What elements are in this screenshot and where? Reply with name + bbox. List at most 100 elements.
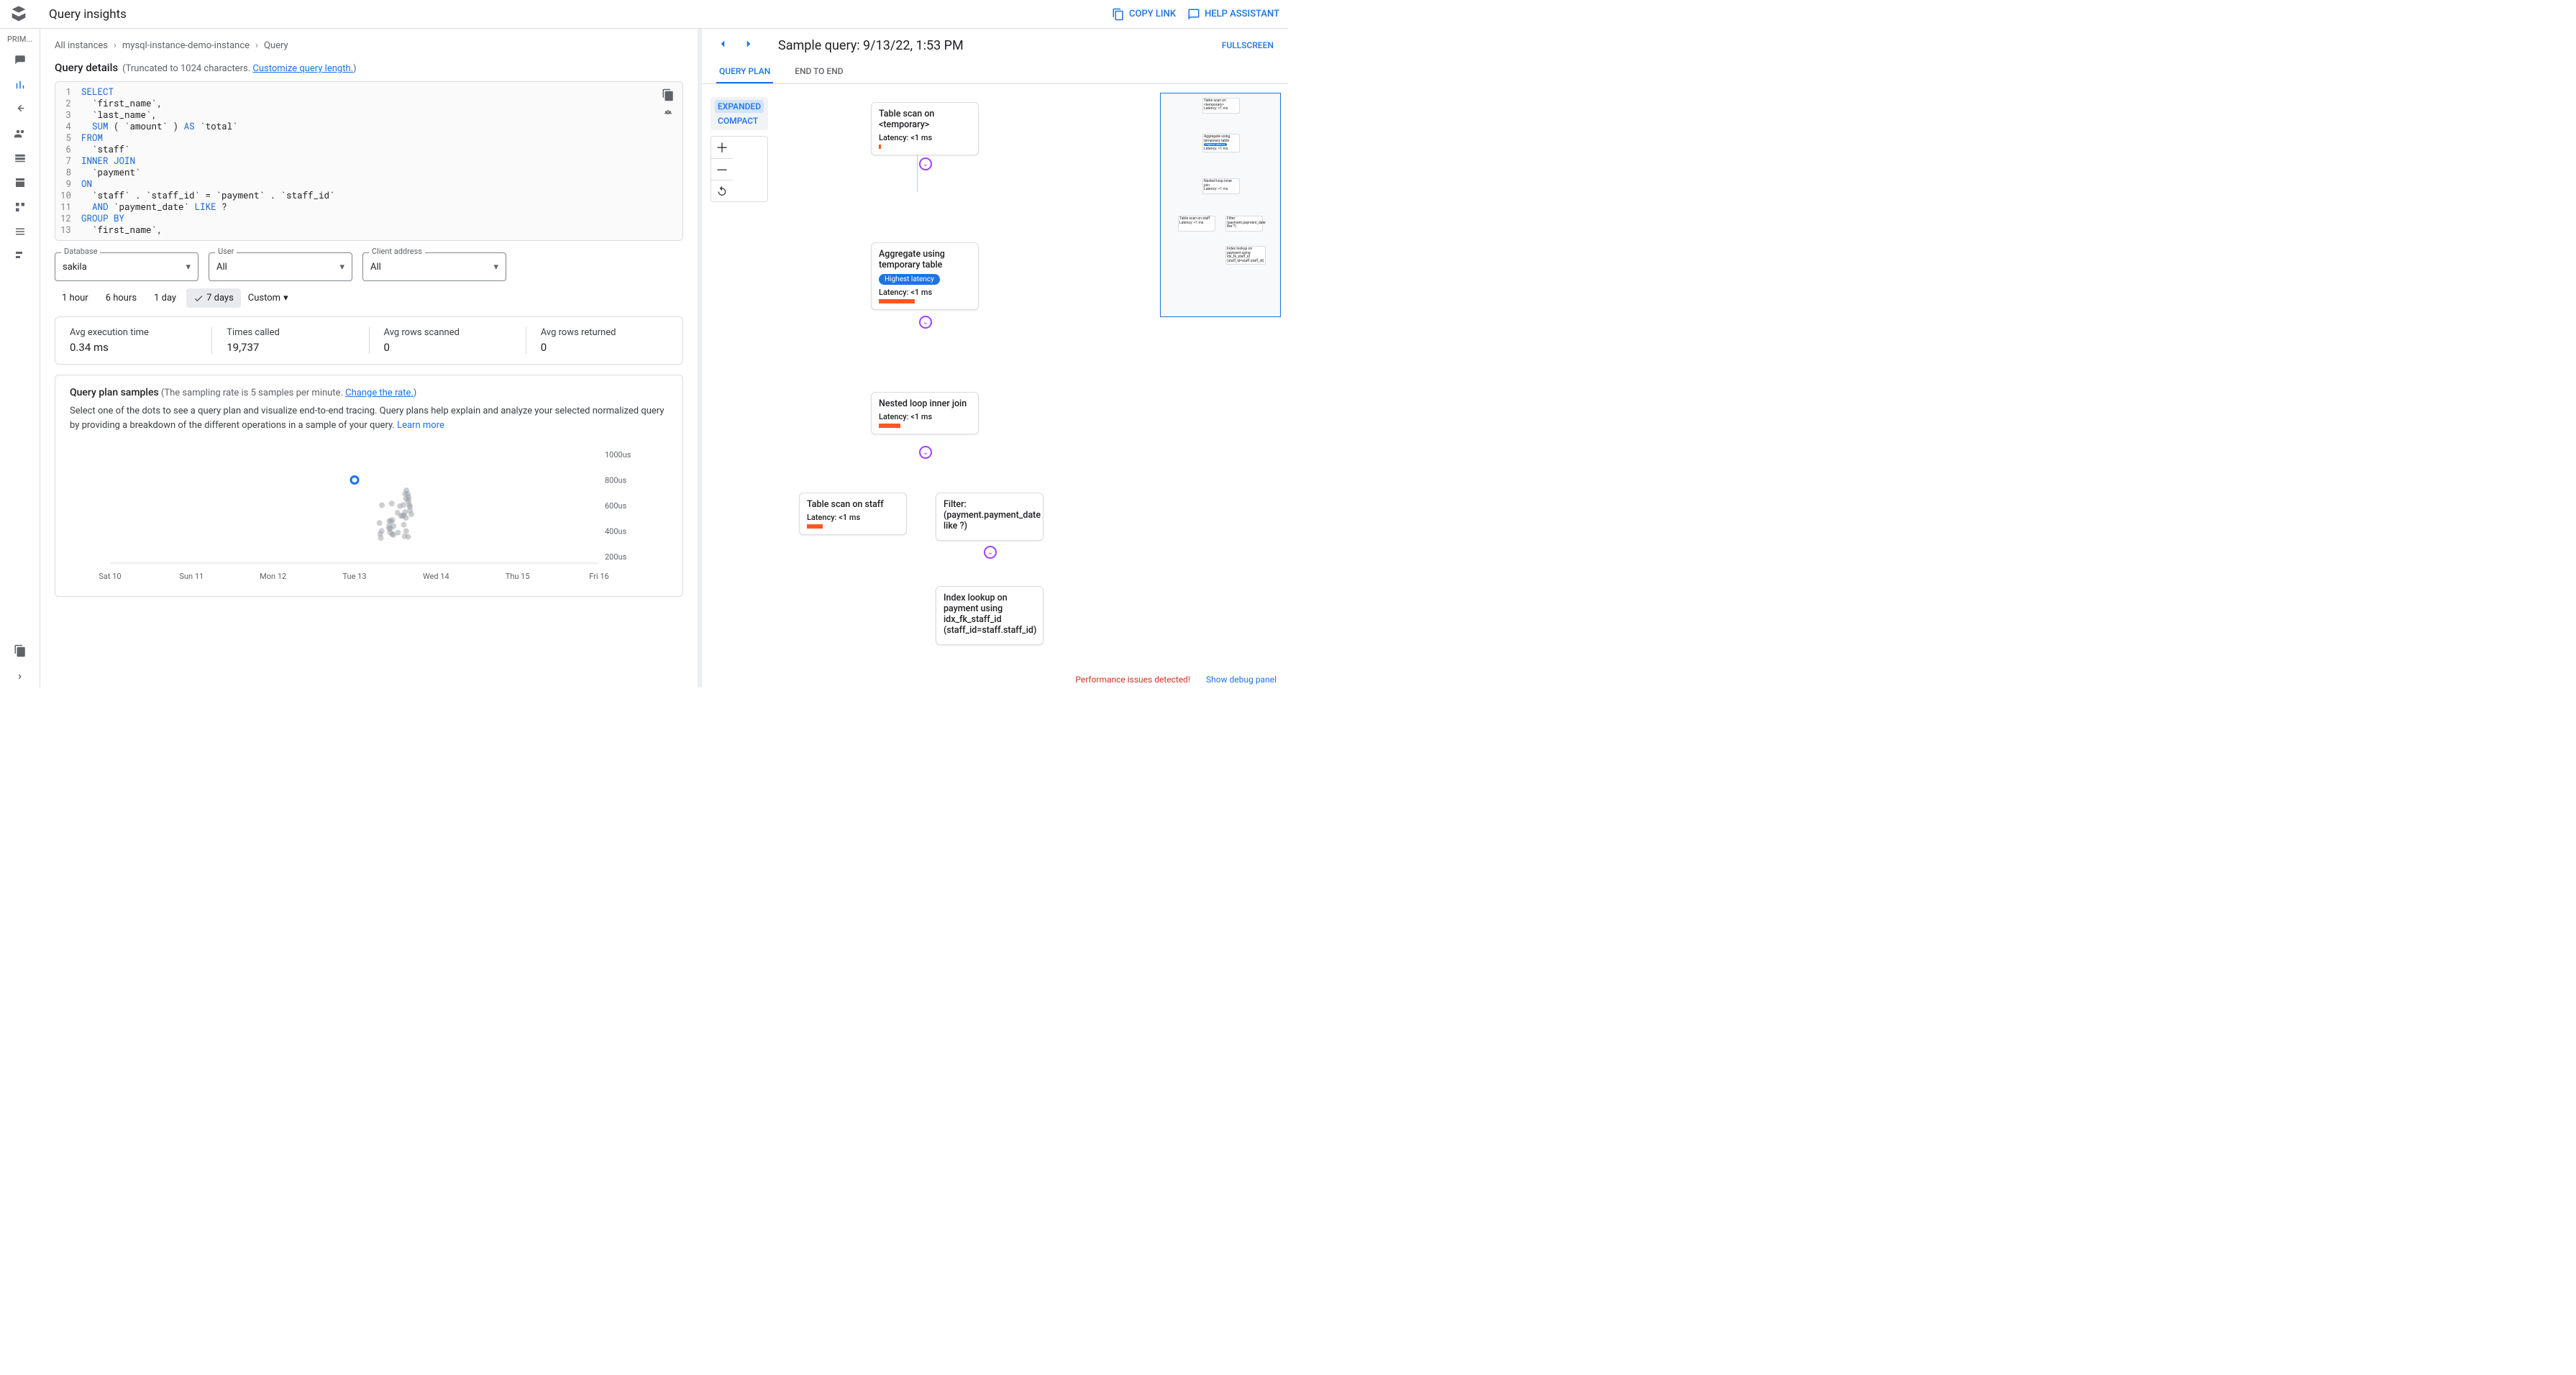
sidebar-item-insights[interactable] bbox=[6, 73, 35, 97]
learn-more-link[interactable]: Learn more bbox=[397, 420, 444, 431]
time-1day[interactable]: 1 day bbox=[147, 288, 183, 308]
plan-node-table-scan-temp[interactable]: Table scan on <temporary> Latency: <1 ms bbox=[871, 102, 979, 155]
copy-link-label: COPY LINK bbox=[1129, 9, 1176, 19]
client-address-select[interactable]: Client address All ▾ bbox=[362, 252, 506, 281]
sql-code-block: 1SELECT2 `first_name`,3 `last_name`,4 SU… bbox=[55, 81, 683, 241]
svg-text:Sun 11: Sun 11 bbox=[179, 572, 204, 581]
topbar: Query insights COPY LINK HELP ASSISTANT bbox=[0, 0, 1288, 29]
svg-text:600us: 600us bbox=[605, 501, 627, 511]
plan-node-table-scan-staff[interactable]: Table scan on staff Latency: <1 ms bbox=[799, 493, 907, 535]
sidebar-item-databases[interactable] bbox=[6, 146, 35, 170]
crumb-query[interactable]: Query bbox=[264, 40, 288, 51]
database-label: Database bbox=[61, 247, 100, 256]
sidebar-item-replicas[interactable] bbox=[6, 195, 35, 219]
customize-query-length-link[interactable]: Customize query length. bbox=[252, 63, 353, 74]
svg-text:800us: 800us bbox=[605, 475, 627, 485]
sidebar-item-backups[interactable] bbox=[6, 170, 35, 195]
svg-text:Mon 12: Mon 12 bbox=[260, 572, 286, 581]
svg-text:Thu 15: Thu 15 bbox=[506, 572, 530, 581]
zoom-in-button[interactable]: ＋ bbox=[711, 137, 733, 158]
tab-query-plan[interactable]: QUERY PLAN bbox=[716, 60, 773, 83]
plan-node-filter[interactable]: Filter: (payment.payment_date like ?) bbox=[936, 493, 1043, 541]
highest-latency-badge: Highest latency bbox=[879, 274, 940, 285]
sidebar-item-overview[interactable] bbox=[6, 48, 35, 73]
zoom-out-button[interactable]: － bbox=[711, 158, 733, 180]
show-debug-panel-link[interactable]: Show debug panel bbox=[1206, 675, 1276, 685]
time-6hours[interactable]: 6 hours bbox=[99, 288, 144, 308]
plan-minimap[interactable]: Table scan on <temporary>Latency: <1 ms … bbox=[1160, 93, 1281, 317]
change-rate-link[interactable]: Change the rate. bbox=[345, 388, 414, 398]
sidebar-item-settings[interactable] bbox=[6, 244, 35, 268]
tab-end-to-end[interactable]: END TO END bbox=[792, 60, 846, 83]
node-expander[interactable]: ⌄ bbox=[919, 316, 932, 329]
toggle-compact[interactable]: COMPACT bbox=[715, 114, 764, 127]
dropdown-icon: ▾ bbox=[493, 262, 498, 273]
page-title: Query insights bbox=[49, 7, 127, 22]
query-plan-samples-card: Query plan samples (The sampling rate is… bbox=[55, 375, 683, 597]
chevron-right-icon: › bbox=[255, 40, 258, 51]
stat-label: Avg rows returned bbox=[541, 327, 668, 338]
samples-scatter-chart[interactable]: Sat 10Sun 11Mon 12Tue 13Wed 14Thu 15Fri … bbox=[70, 441, 668, 585]
product-logo bbox=[9, 4, 29, 24]
plan-node-nested-loop[interactable]: Nested loop inner join Latency: <1 ms bbox=[871, 392, 979, 434]
breadcrumb: All instances › mysql-instance-demo-inst… bbox=[40, 29, 698, 57]
plan-node-aggregate[interactable]: Aggregate using temporary table Highest … bbox=[871, 242, 979, 310]
database-select[interactable]: Database sakila ▾ bbox=[55, 252, 198, 281]
node-expander[interactable]: ⌄ bbox=[919, 446, 932, 459]
performance-warning: Performance issues detected! bbox=[1075, 675, 1190, 685]
left-sidebar: PRIM... › bbox=[0, 29, 40, 688]
crumb-all-instances[interactable]: All instances bbox=[55, 40, 108, 51]
samples-description: Select one of the dots to see a query pl… bbox=[70, 404, 668, 432]
time-custom[interactable]: Custom ▾ bbox=[248, 293, 288, 303]
time-range-row: 1 hour 6 hours 1 day 7 days Custom ▾ bbox=[40, 288, 698, 316]
sidebar-item-users[interactable] bbox=[6, 122, 35, 146]
sidebar-item-docs[interactable] bbox=[6, 639, 35, 663]
plan-diagram-area[interactable]: EXPANDED COMPACT ＋ － Table scan on <temp… bbox=[702, 84, 1288, 688]
stat-value: 0 bbox=[384, 341, 511, 354]
collapse-code-icon[interactable] bbox=[661, 105, 675, 119]
time-7days[interactable]: 7 days bbox=[186, 288, 241, 308]
prev-sample-button[interactable] bbox=[716, 37, 729, 53]
plan-node-index-lookup[interactable]: Index lookup on payment using idx_fk_sta… bbox=[936, 586, 1043, 645]
stat-rows-returned: Avg rows returned 0 bbox=[526, 327, 682, 354]
samples-title: Query plan samples bbox=[70, 387, 159, 398]
zoom-controls: ＋ － bbox=[711, 136, 768, 202]
svg-text:Fri 16: Fri 16 bbox=[589, 572, 608, 581]
stat-value: 0 bbox=[541, 341, 668, 354]
node-expander[interactable]: ⌄ bbox=[919, 157, 932, 170]
sidebar-expand-button[interactable]: › bbox=[6, 663, 35, 688]
stat-label: Times called bbox=[227, 327, 354, 338]
svg-text:Sat 10: Sat 10 bbox=[99, 572, 121, 581]
client-value: All bbox=[370, 262, 493, 273]
sidebar-item-connections[interactable] bbox=[6, 97, 35, 122]
stat-value: 19,737 bbox=[227, 341, 354, 354]
svg-text:400us: 400us bbox=[605, 527, 627, 536]
chevron-right-icon: › bbox=[114, 40, 117, 51]
crumb-instance[interactable]: mysql-instance-demo-instance bbox=[122, 40, 250, 51]
user-select[interactable]: User All ▾ bbox=[209, 252, 352, 281]
zoom-reset-button[interactable] bbox=[711, 180, 733, 201]
stat-label: Avg execution time bbox=[70, 327, 197, 338]
node-expander[interactable]: ⌄ bbox=[984, 546, 997, 559]
copy-link-button[interactable]: COPY LINK bbox=[1112, 8, 1176, 21]
next-sample-button[interactable] bbox=[742, 37, 755, 53]
stat-label: Avg rows scanned bbox=[384, 327, 511, 338]
fullscreen-button[interactable]: FULLSCREEN bbox=[1222, 40, 1274, 50]
dropdown-icon: ▾ bbox=[339, 262, 344, 273]
plan-footer-messages: Performance issues detected! Show debug … bbox=[1075, 675, 1276, 685]
plan-header: Sample query: 9/13/22, 1:53 PM FULLSCREE… bbox=[702, 29, 1288, 56]
stat-value: 0.34 ms bbox=[70, 341, 197, 354]
query-details-header: Query details (Truncated to 1024 charact… bbox=[40, 57, 698, 77]
help-assistant-button[interactable]: HELP ASSISTANT bbox=[1187, 8, 1279, 21]
copy-code-icon[interactable] bbox=[661, 88, 675, 102]
plan-view-toggle: EXPANDED COMPACT bbox=[711, 97, 768, 130]
time-1hour[interactable]: 1 hour bbox=[55, 288, 96, 308]
help-assistant-label: HELP ASSISTANT bbox=[1205, 9, 1279, 19]
sidebar-item-operations[interactable] bbox=[6, 219, 35, 244]
stat-avg-exec: Avg execution time 0.34 ms bbox=[55, 327, 212, 354]
query-details-title: Query details bbox=[55, 61, 118, 74]
stat-rows-scanned: Avg rows scanned 0 bbox=[370, 327, 526, 354]
toggle-expanded[interactable]: EXPANDED bbox=[715, 100, 764, 113]
sidebar-section-label: PRIM... bbox=[6, 35, 35, 44]
dropdown-icon: ▾ bbox=[283, 293, 288, 303]
